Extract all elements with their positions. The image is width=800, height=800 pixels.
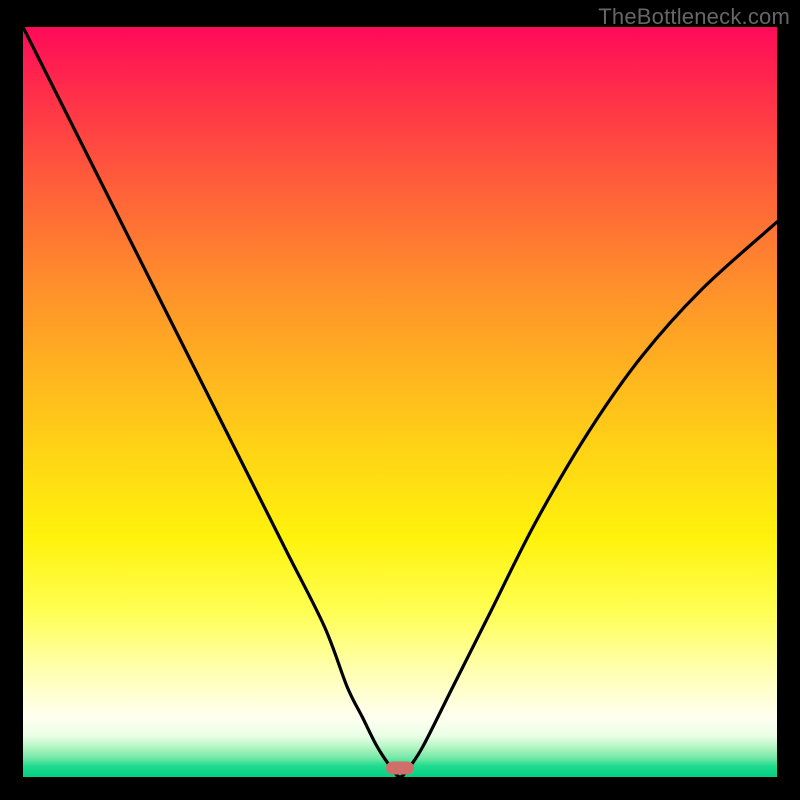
watermark-text: TheBottleneck.com bbox=[598, 4, 790, 30]
plot-area bbox=[23, 27, 777, 777]
minimum-marker bbox=[386, 762, 414, 775]
bottleneck-curve bbox=[23, 27, 777, 777]
chart-frame: TheBottleneck.com bbox=[0, 0, 800, 800]
